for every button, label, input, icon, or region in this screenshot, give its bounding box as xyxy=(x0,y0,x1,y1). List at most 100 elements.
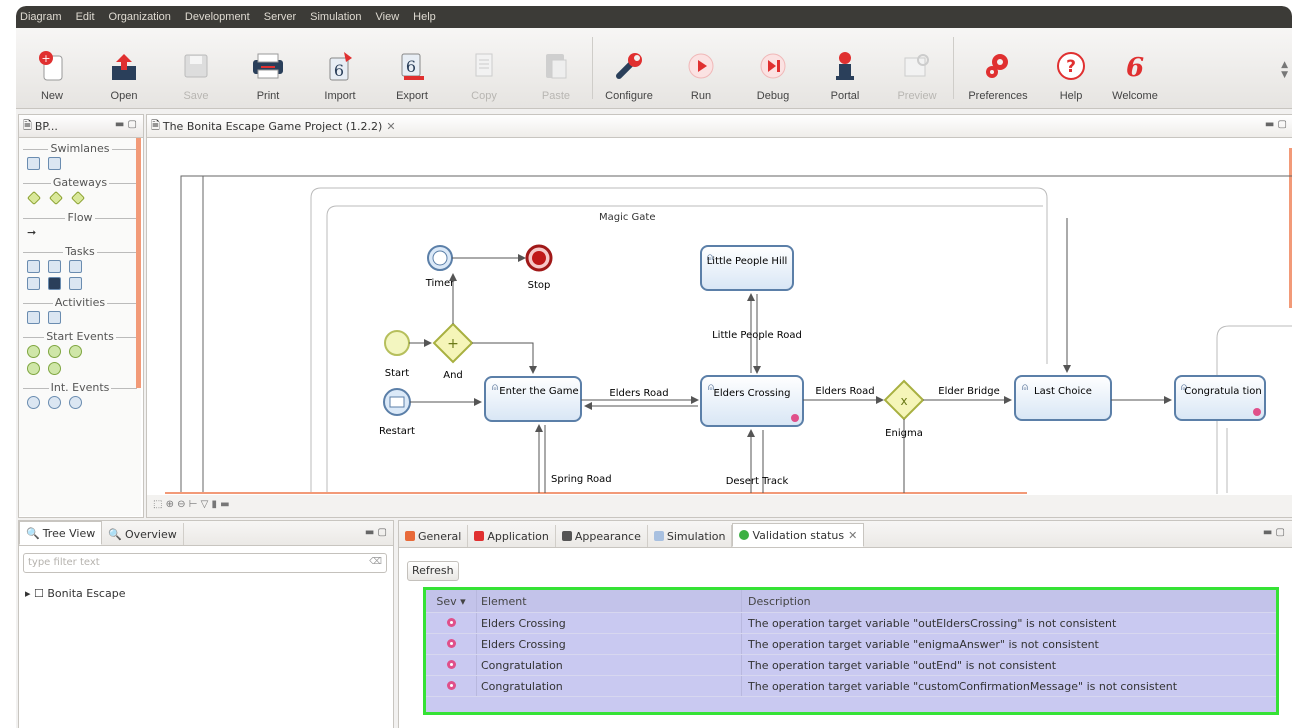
editor-tab[interactable]: 🗎 The Bonita Escape Game Project (1.2.2)… xyxy=(147,115,1292,138)
inner-pool[interactable] xyxy=(310,187,1048,494)
task-enter-the-game[interactable] xyxy=(484,376,582,422)
tree-filter-input[interactable]: type filter text ⌫ xyxy=(23,553,387,573)
call-activity-icon[interactable] xyxy=(27,311,40,324)
palette-category-flow: Flow xyxy=(19,211,141,224)
lane-icon[interactable] xyxy=(48,157,61,170)
and-to-enter-flow[interactable] xyxy=(472,342,537,374)
tab-overview[interactable]: 🔍 Overview xyxy=(102,523,184,545)
start-event[interactable] xyxy=(384,330,410,356)
new-button[interactable]: + New xyxy=(16,28,88,108)
signal-start-icon[interactable] xyxy=(27,362,40,375)
view-controls[interactable]: ▬ ▢ xyxy=(365,527,387,538)
parallel-gateway-icon[interactable] xyxy=(26,190,42,206)
portal-button[interactable]: Portal xyxy=(809,28,881,108)
column-header-description[interactable]: Description xyxy=(741,590,1276,612)
expand-icon[interactable]: ▸ xyxy=(25,587,31,600)
exclusive-gateway-icon[interactable] xyxy=(48,190,64,206)
task-congratulation[interactable] xyxy=(1174,375,1266,421)
subprocess-icon[interactable] xyxy=(48,311,61,324)
zoom-tools-icon[interactable]: ⬚ ⊕ ⊖ ⊢ ▽ ▮ ▬ xyxy=(153,499,230,510)
paste-button[interactable]: Paste xyxy=(520,28,592,108)
close-icon[interactable]: ✕ xyxy=(848,529,857,542)
preview-button[interactable]: Preview xyxy=(881,28,953,108)
help-label: Help xyxy=(1059,90,1083,102)
error-marker-icon xyxy=(791,414,799,422)
tab-tree-view[interactable]: 🔍 Tree View xyxy=(19,521,103,545)
run-button[interactable]: Run xyxy=(665,28,737,108)
menu-edit[interactable]: Edit xyxy=(76,11,95,23)
save-icon xyxy=(178,48,214,84)
palette-category-swimlanes: Swimlanes xyxy=(19,142,141,155)
import-button[interactable]: 6 Import xyxy=(304,28,376,108)
view-controls[interactable]: ▬ ▢ xyxy=(115,119,137,130)
flow-label-spring-road: Spring Road xyxy=(551,474,612,485)
intermediate-event-icon[interactable] xyxy=(69,396,82,409)
view-controls[interactable]: ▬ ▢ xyxy=(1263,527,1285,538)
import-label: Import xyxy=(324,90,356,102)
message-start-icon[interactable] xyxy=(48,345,61,358)
timer-start-icon[interactable] xyxy=(69,345,82,358)
close-icon[interactable]: ✕ xyxy=(386,120,395,133)
save-button[interactable]: Save xyxy=(160,28,232,108)
pool-icon[interactable] xyxy=(27,157,40,170)
view-controls[interactable]: ▬ ▢ xyxy=(1265,119,1287,130)
help-button[interactable]: ? Help xyxy=(1042,28,1100,108)
validation-table: Sev ▾ Element Description Elders Crossin… xyxy=(423,587,1279,715)
bpmn-diagram[interactable]: Magic Gate Timer Stop Start + And Restar… xyxy=(147,138,1292,494)
menu-organization[interactable]: Organization xyxy=(109,11,171,23)
menu-bar: Diagram Edit Organization Development Se… xyxy=(16,6,1292,28)
service-task-icon[interactable] xyxy=(27,260,40,273)
table-row[interactable]: Congratulation The operation target vari… xyxy=(426,676,1276,697)
refresh-button[interactable]: Refresh xyxy=(407,561,459,581)
open-button[interactable]: Open xyxy=(88,28,160,108)
tab-simulation[interactable]: Simulation xyxy=(648,525,733,547)
abstract-task-icon[interactable] xyxy=(69,277,82,290)
tab-application[interactable]: Application xyxy=(468,525,556,547)
tab-validation-status[interactable]: Validation status ✕ xyxy=(732,523,865,547)
column-header-sev[interactable]: Sev ▾ xyxy=(426,595,476,608)
properties-panel: General Application Appearance Simulatio… xyxy=(398,520,1292,728)
menu-diagram[interactable]: Diagram xyxy=(20,11,62,23)
menu-server[interactable]: Server xyxy=(264,11,296,23)
table-row[interactable]: Congratulation The operation target vari… xyxy=(426,655,1276,676)
task-little-people-hill[interactable] xyxy=(700,245,794,291)
print-button[interactable]: Print xyxy=(232,28,304,108)
palette-scrollbar[interactable] xyxy=(136,138,141,388)
welcome-button[interactable]: 6 Welcome xyxy=(1100,28,1170,108)
configure-button[interactable]: Configure xyxy=(593,28,665,108)
task-last-choice[interactable] xyxy=(1014,375,1112,421)
sequence-flow-icon[interactable]: ➞ xyxy=(27,226,36,239)
script-task-icon[interactable] xyxy=(69,260,82,273)
export-button[interactable]: 6 Export xyxy=(376,28,448,108)
stop-icon xyxy=(532,251,546,265)
table-row[interactable]: Elders Crossing The operation target var… xyxy=(426,634,1276,655)
inclusive-gateway-icon[interactable] xyxy=(70,190,86,206)
canvas-scrollbar[interactable] xyxy=(1289,148,1292,308)
intermediate-event-icon[interactable] xyxy=(48,396,61,409)
debug-button[interactable]: Debug xyxy=(737,28,809,108)
palette-tab[interactable]: 🗎 BP... ▬ ▢ xyxy=(19,115,143,138)
tree-item-bonita-escape[interactable]: ▸ ☐ Bonita Escape xyxy=(25,587,125,600)
table-row[interactable]: Elders Crossing The operation target var… xyxy=(426,613,1276,634)
column-header-element[interactable]: Element xyxy=(476,590,741,612)
start-event-icon[interactable] xyxy=(27,345,40,358)
debug-label: Debug xyxy=(756,90,790,102)
diagram-canvas[interactable]: Magic Gate Timer Stop Start + And Restar… xyxy=(147,138,1292,494)
human-task-icon[interactable] xyxy=(48,260,61,273)
copy-button[interactable]: Copy xyxy=(448,28,520,108)
error-start-icon[interactable] xyxy=(48,362,61,375)
toolbar-scroll-arrows[interactable]: ▲ ▼ xyxy=(1281,60,1288,80)
preferences-button[interactable]: Preferences xyxy=(954,28,1042,108)
tab-appearance[interactable]: Appearance xyxy=(556,525,648,547)
intermediate-event-icon[interactable] xyxy=(27,396,40,409)
send-task-icon[interactable] xyxy=(48,277,61,290)
clear-filter-icon[interactable]: ⌫ xyxy=(369,557,382,567)
menu-help[interactable]: Help xyxy=(413,11,436,23)
menu-view[interactable]: View xyxy=(376,11,400,23)
task-elders-crossing[interactable] xyxy=(700,375,804,427)
menu-simulation[interactable]: Simulation xyxy=(310,11,361,23)
palette-body: Swimlanes Gateways Flow ➞ Tasks Activiti… xyxy=(19,138,141,516)
tab-general[interactable]: General xyxy=(399,525,469,547)
menu-development[interactable]: Development xyxy=(185,11,250,23)
receive-task-icon[interactable] xyxy=(27,277,40,290)
